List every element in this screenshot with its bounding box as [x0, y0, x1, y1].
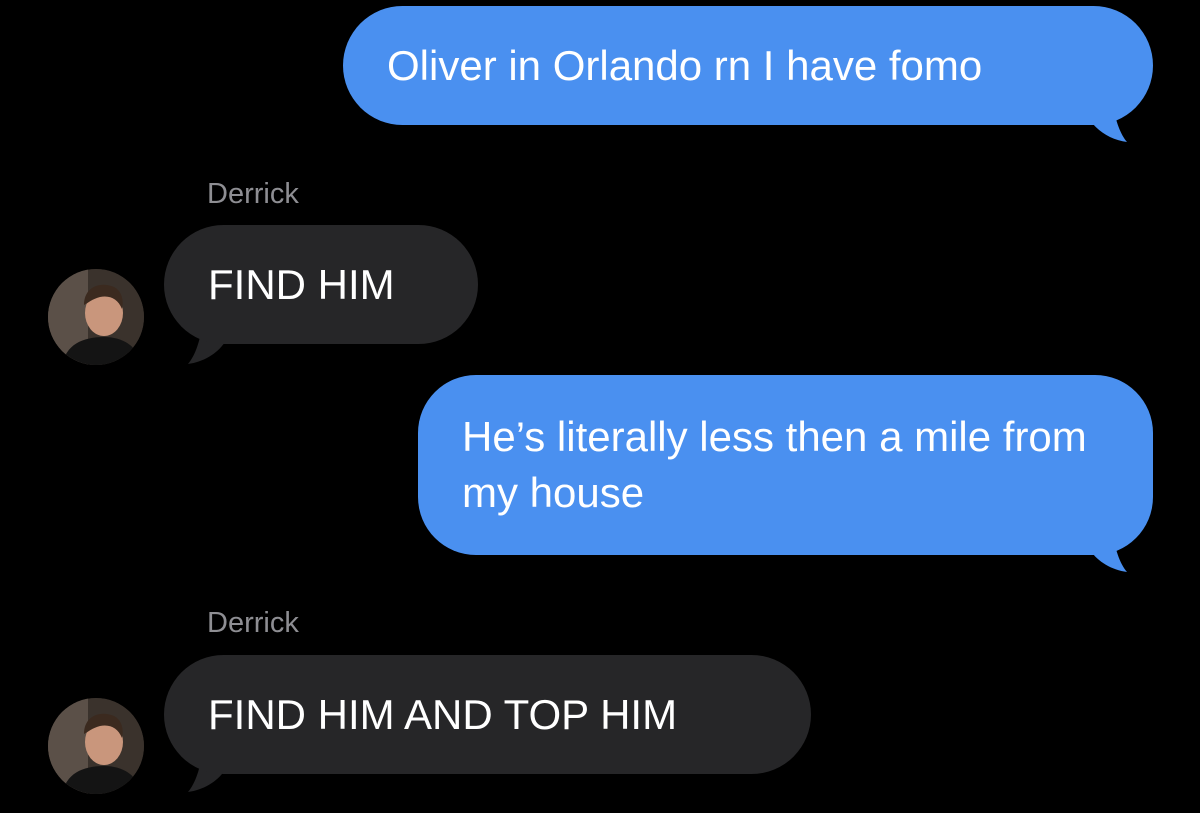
contact-photo-icon[interactable]	[48, 698, 144, 794]
message-bubble: FIND HIM	[164, 225, 478, 344]
message-text: FIND HIM AND TOP HIM	[208, 691, 678, 738]
message-text: Oliver in Orlando rn I have fomo	[387, 42, 983, 89]
message-text: FIND HIM	[208, 261, 395, 308]
message-bubble: FIND HIM AND TOP HIM	[164, 655, 811, 774]
message-bubble: Oliver in Orlando rn I have fomo	[343, 6, 1153, 125]
message-bubble: He’s literally less then a mile from my …	[418, 375, 1153, 555]
sender-name: Derrick	[207, 178, 299, 210]
message-text: He’s literally less then a mile from my …	[462, 413, 1087, 516]
sender-name: Derrick	[207, 607, 299, 639]
contact-photo-icon[interactable]	[48, 269, 144, 365]
